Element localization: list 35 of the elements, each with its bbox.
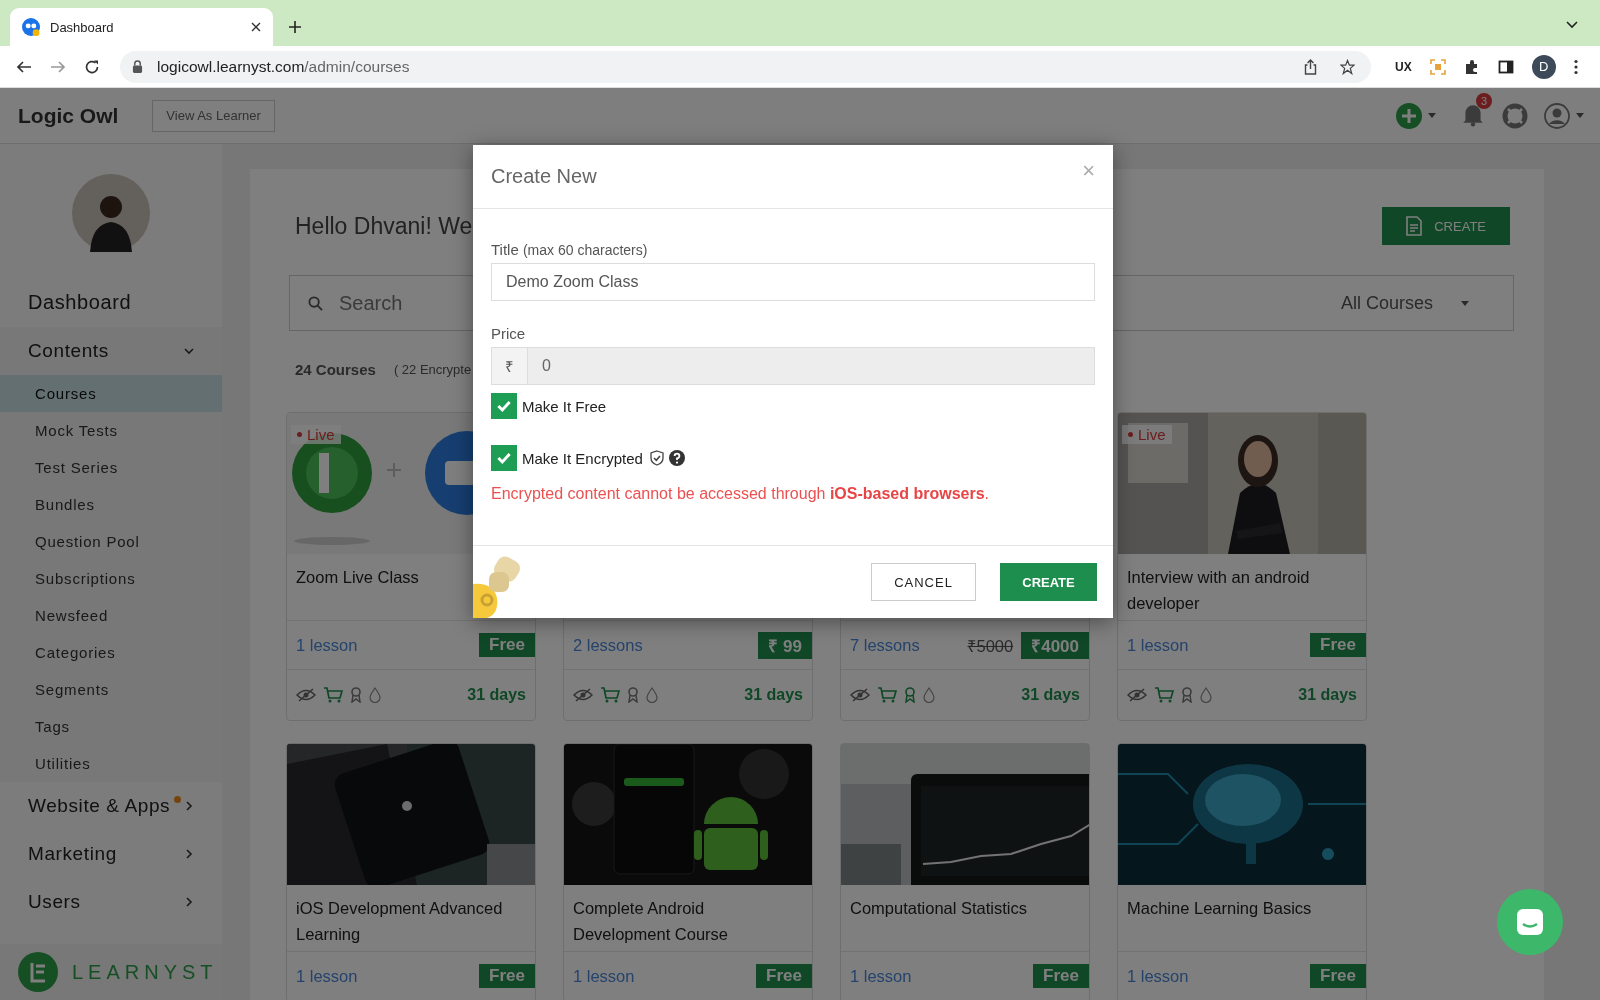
price-badge: Free xyxy=(479,964,535,988)
price-badge: Free xyxy=(479,633,535,657)
course-title: Complete Android Development Course xyxy=(573,899,728,943)
course-title: Zoom Live Class xyxy=(296,568,419,586)
field-label: Title xyxy=(491,241,519,258)
tab-title: Dashboard xyxy=(50,19,115,35)
greeting: Hello Dhvani! We xyxy=(295,212,473,240)
field-label: Price xyxy=(491,325,526,342)
course-count: 24 Courses xyxy=(295,361,376,378)
validity-days: 31 days xyxy=(1298,686,1357,704)
field-hint: (max 60 characters) xyxy=(522,242,648,258)
price-badge: ₹4000 xyxy=(1021,631,1089,659)
live-badge: Live xyxy=(291,425,341,444)
dialog-title: Create New xyxy=(491,165,598,188)
notification-badge: 3 xyxy=(1476,92,1492,109)
validity-days: 31 days xyxy=(467,686,526,704)
price-badge: Free xyxy=(1033,964,1089,988)
price-badge: Free xyxy=(1310,964,1366,988)
validity-days: 31 days xyxy=(744,686,803,704)
course-title: Machine Learning Basics xyxy=(1127,899,1312,917)
price-badge: Free xyxy=(1310,633,1366,657)
encrypted-count: ( 22 Encrypte xyxy=(393,362,472,377)
brand-name: Logic Owl xyxy=(18,103,119,128)
live-badge: Live xyxy=(1122,425,1172,444)
validity-days: 31 days xyxy=(1021,686,1080,704)
course-title: Computational Statistics xyxy=(850,899,1027,917)
original-price: ₹5000 xyxy=(967,635,1014,657)
course-title: Interview with an android developer xyxy=(1127,568,1310,612)
price-badge: Free xyxy=(756,964,812,988)
price-badge: ₹ 99 xyxy=(758,631,812,659)
currency-symbol: ₹ xyxy=(491,347,527,385)
course-title: iOS Development Advanced Learning xyxy=(296,899,503,943)
brand-name: LEARNYST xyxy=(72,960,218,984)
url-path: /admin/courses xyxy=(304,57,410,76)
url-host: logicowl.learnyst.com xyxy=(157,57,305,76)
